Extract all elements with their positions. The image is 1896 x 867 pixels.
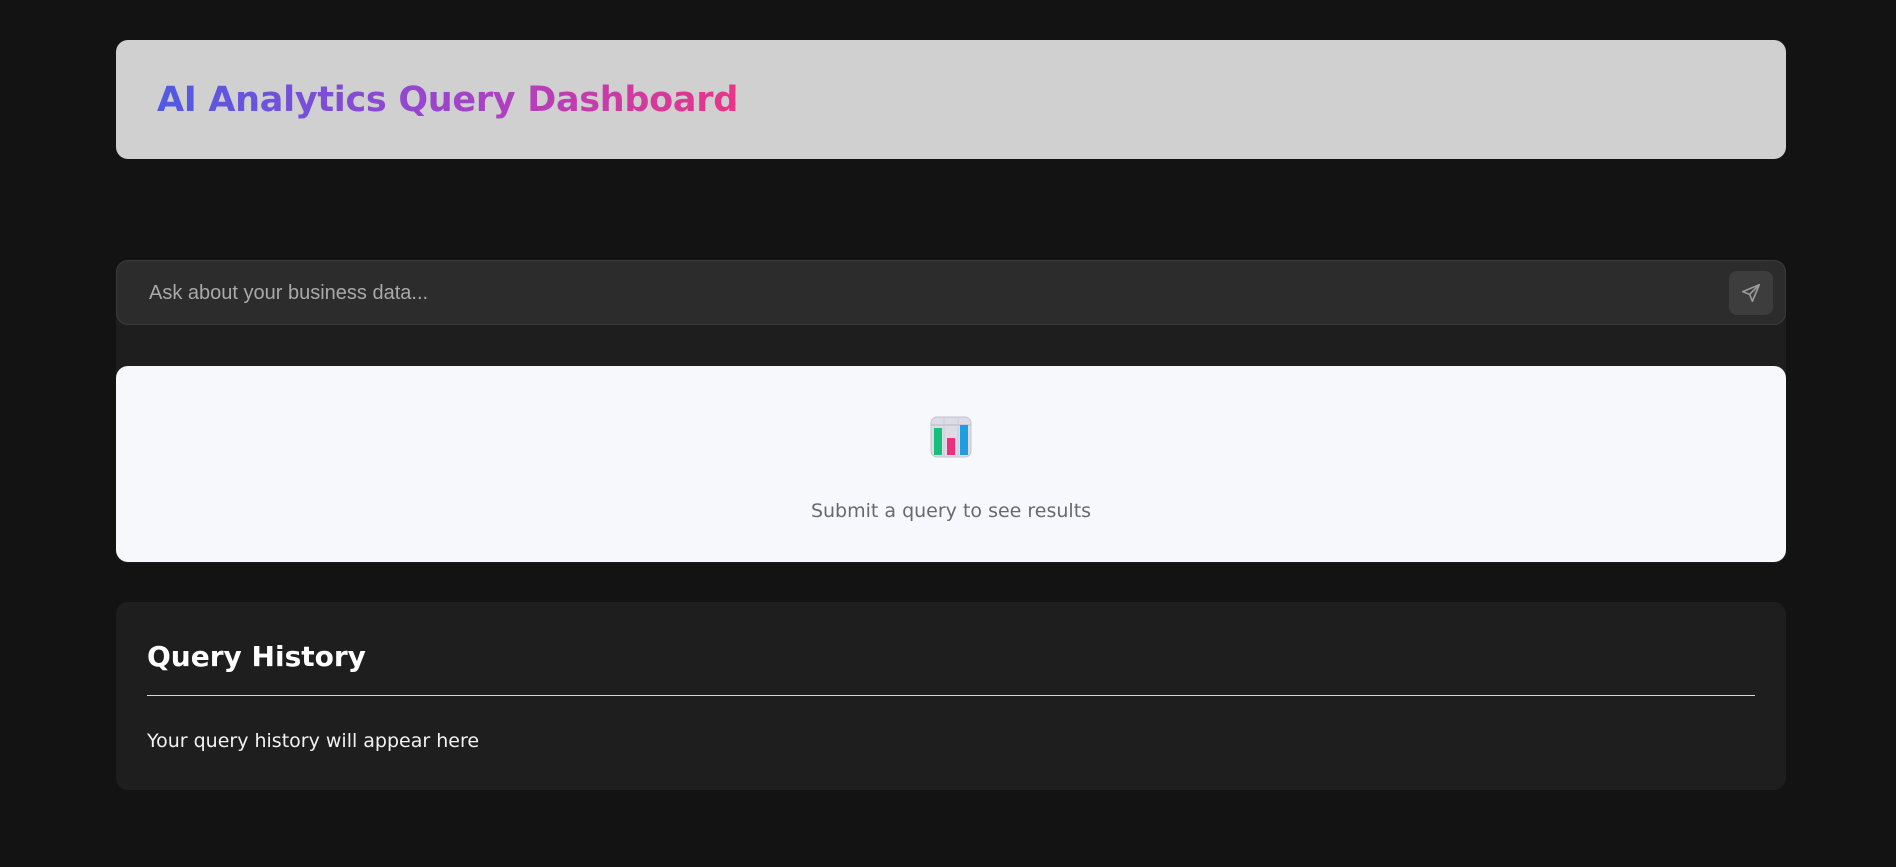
search-input[interactable]: [147, 261, 1711, 326]
search-bar: [116, 260, 1786, 326]
history-empty-message: Your query history will appear here: [147, 730, 480, 752]
app-title: AI Analytics Query Dashboard: [157, 79, 738, 120]
history-title: Query History: [147, 640, 366, 673]
query-panel: Submit a query to see results: [116, 260, 1786, 563]
history-divider: [147, 695, 1755, 696]
history-panel: Query History Your query history will ap…: [116, 602, 1786, 790]
bar-chart-icon: [930, 416, 972, 458]
results-card: Submit a query to see results: [116, 366, 1786, 562]
send-icon: [1741, 283, 1761, 303]
header: AI Analytics Query Dashboard: [116, 40, 1786, 159]
send-button[interactable]: [1729, 271, 1773, 315]
results-empty-message: Submit a query to see results: [810, 500, 1092, 522]
